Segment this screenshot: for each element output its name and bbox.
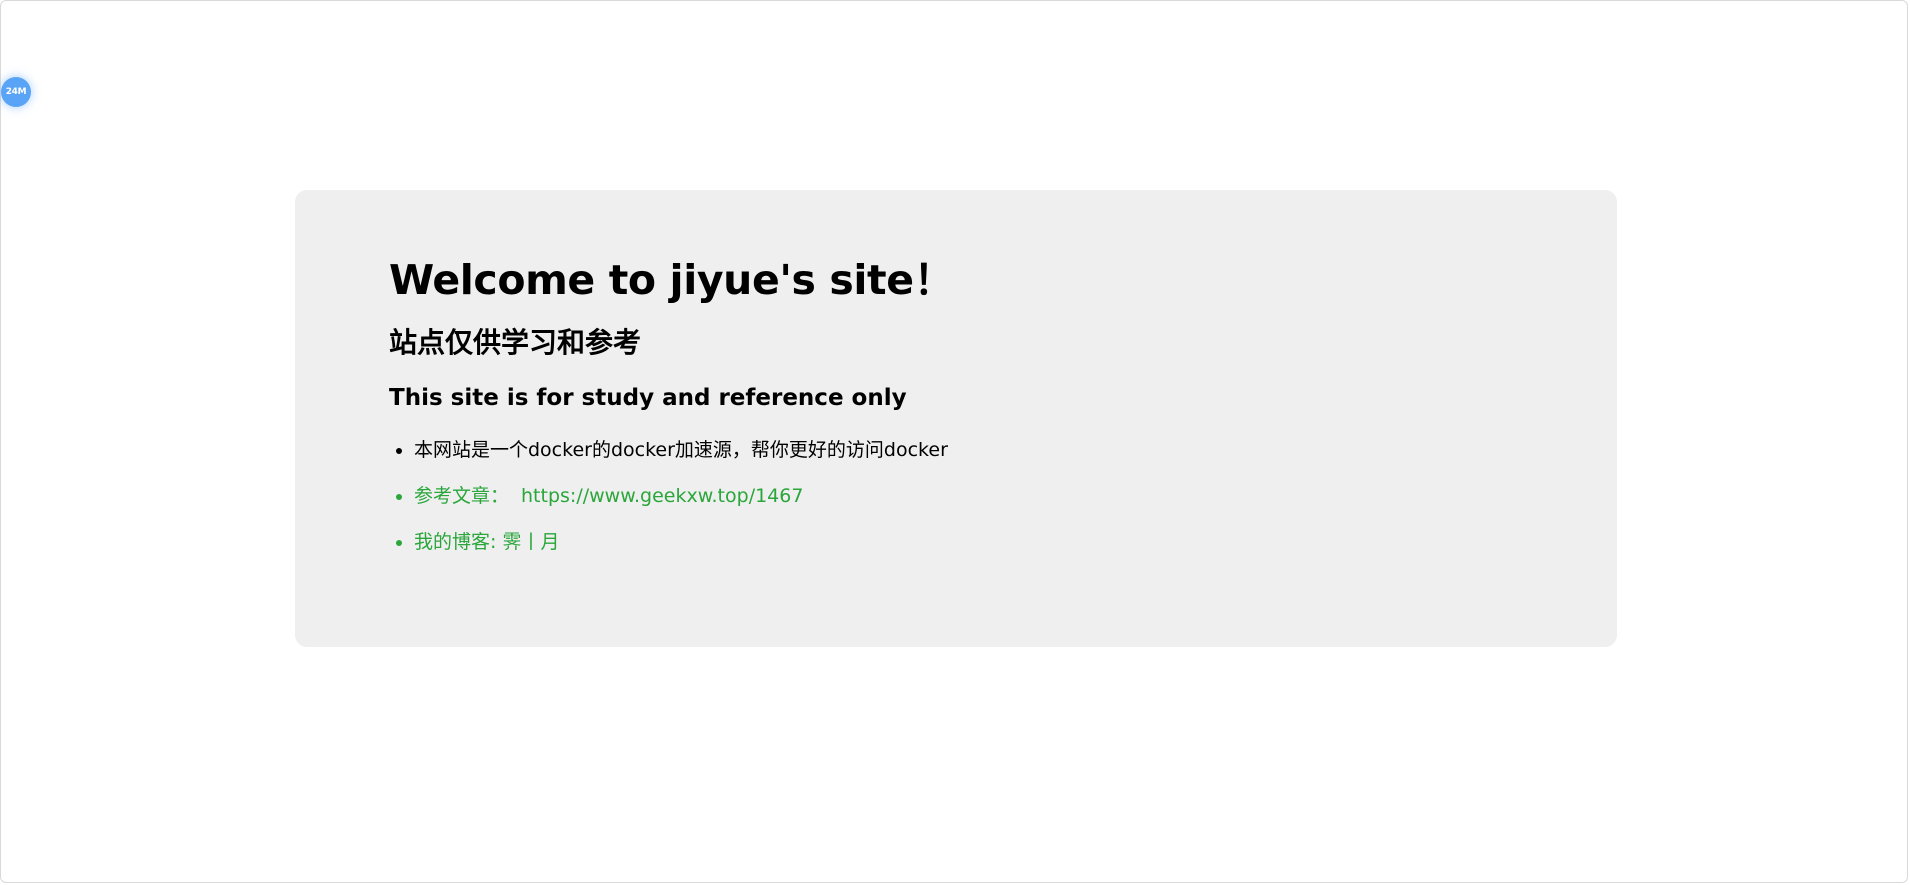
info-list: 本网站是一个docker的docker加速源，帮你更好的访问docker 参考文…	[389, 437, 1617, 555]
memory-badge[interactable]: 24M	[1, 77, 31, 107]
reference-label: 参考文章：	[414, 485, 510, 507]
list-item-blog: 我的博客: 霁丨月	[414, 529, 1617, 555]
list-item-reference: 参考文章： https://www.geekxw.top/1467	[414, 483, 1617, 509]
subtitle-english: This site is for study and reference onl…	[389, 385, 907, 411]
welcome-card: Welcome to jiyue's site！ 站点仅供学习和参考 This …	[295, 190, 1617, 647]
reference-article-link[interactable]: https://www.geekxw.top/1467	[521, 485, 803, 507]
description-text: 本网站是一个docker的docker加速源，帮你更好的访问docker	[414, 439, 948, 461]
browser-window: 24M Welcome to jiyue's site！ 站点仅供学习和参考 T…	[0, 0, 1908, 883]
blog-link[interactable]: 我的博客: 霁丨月	[414, 531, 559, 553]
subtitle-chinese: 站点仅供学习和参考	[389, 326, 642, 359]
list-item-description: 本网站是一个docker的docker加速源，帮你更好的访问docker	[414, 437, 1617, 463]
page-title: Welcome to jiyue's site！	[389, 256, 955, 304]
